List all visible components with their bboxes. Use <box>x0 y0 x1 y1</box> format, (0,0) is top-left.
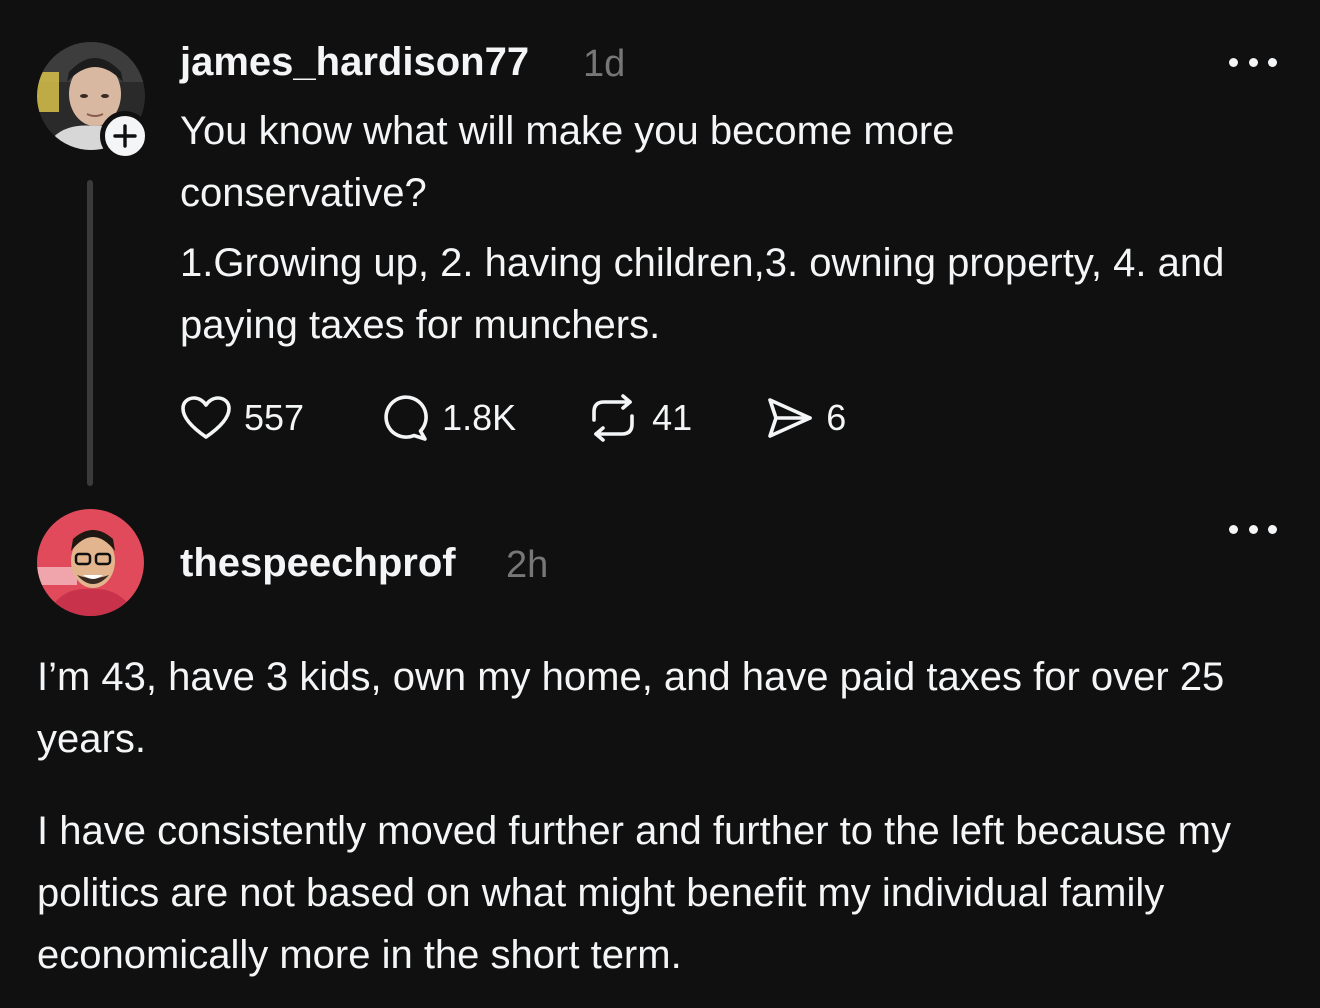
plus-icon <box>113 124 137 148</box>
post-more-button[interactable] <box>1229 54 1277 70</box>
post-text-paragraph-1: You know what will make you become more … <box>180 109 955 215</box>
share-count: 6 <box>826 397 847 438</box>
share-button[interactable]: 6 <box>764 394 846 442</box>
post-action-bar: 557 1.8K 41 6 <box>180 392 846 444</box>
reply-count: 1.8K <box>442 397 517 438</box>
reply-timestamp: 2h <box>506 544 549 586</box>
reply-text-paragraph-2: I have consistently moved further and fu… <box>37 809 1231 977</box>
ellipsis-icon-dot <box>1268 524 1277 534</box>
repost-button[interactable]: 41 <box>586 394 692 442</box>
reply-button[interactable]: 1.8K <box>378 393 516 443</box>
ellipsis-icon-dot <box>1248 524 1258 534</box>
ellipsis-icon-dot <box>1268 57 1277 67</box>
reply-text-paragraph-1: I’m 43, have 3 kids, own my home, and ha… <box>37 655 1225 761</box>
follow-button[interactable] <box>100 111 150 161</box>
send-paper-plane-icon <box>764 394 814 442</box>
ellipsis-icon-dot <box>1229 524 1238 534</box>
repost-arrows-icon <box>586 394 640 442</box>
like-count: 557 <box>244 397 305 438</box>
post-username[interactable]: james_hardison77 <box>180 40 529 85</box>
ellipsis-icon-dot <box>1229 57 1238 67</box>
avatar-thespeechprof[interactable] <box>37 509 144 616</box>
reply-username[interactable]: thespeechprof <box>180 541 456 586</box>
post-timestamp: 1d <box>583 43 626 85</box>
ellipsis-icon-dot <box>1248 57 1258 67</box>
reply-more-button[interactable] <box>1229 521 1277 537</box>
like-button[interactable]: 557 <box>180 395 304 441</box>
heart-icon <box>180 395 232 441</box>
post-text-paragraph-2: 1.Growing up, 2. having children,3. owni… <box>180 241 1225 347</box>
thread-line <box>87 180 93 486</box>
comment-bubble-icon <box>378 393 430 443</box>
repost-count: 41 <box>652 397 693 438</box>
